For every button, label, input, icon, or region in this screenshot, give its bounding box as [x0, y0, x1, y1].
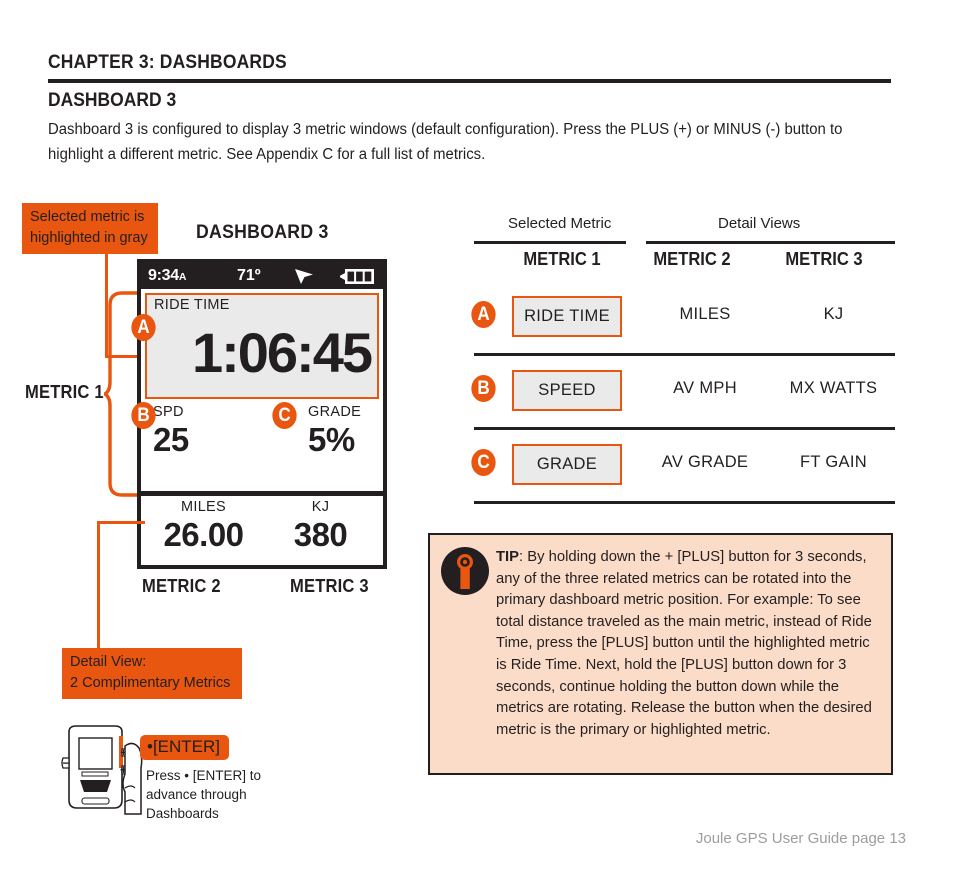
group-rule-detail [646, 241, 895, 244]
battery-full-icon [340, 269, 376, 289]
row-divider [474, 501, 895, 504]
device-detail-row: MILES 26.00 KJ 380 [145, 499, 379, 561]
tip-body: : By holding down the + [PLUS] button fo… [496, 549, 872, 738]
detail-view-kj: KJ [823, 305, 844, 323]
table-row: B SPEED AV MPH MX WATTS [470, 357, 895, 431]
table-row: A RIDE TIME MILES KJ [470, 283, 895, 357]
kj-value: 380 [293, 516, 348, 553]
page-root: CHAPTER 3: DASHBOARDS DASHBOARD 3 Dashbo… [0, 0, 954, 873]
callout-selected-metric: Selected metric is highlighted in gray [22, 203, 158, 254]
table-group-headers: Selected Metric Detail Views [470, 215, 895, 249]
callout-detail-line2: 2 Complimentary Metrics [70, 675, 231, 691]
detail-view-miles: MILES [679, 305, 731, 323]
tip-label: TIP [496, 549, 520, 565]
metric1-value: 1:06:45 [191, 321, 373, 384]
device-status-bar: 9:34A 71º [141, 263, 383, 289]
svg-text:−: − [63, 756, 70, 770]
kj-label: KJ [311, 499, 330, 515]
detail-view-mx-watts: MX WATTS [789, 379, 878, 397]
group-header-selected-metric: Selected Metric [508, 215, 612, 232]
badge-a: A [131, 314, 156, 341]
device-metric1-window[interactable]: RIDE TIME 1:06:45 [145, 293, 379, 399]
table-row: C GRADE AV GRADE FT GAIN [470, 431, 895, 505]
group-rule-selected [474, 241, 626, 244]
row-divider [474, 427, 895, 430]
metric1-annotation: METRIC 1 [25, 382, 104, 402]
device-secondary-row: SPD 25 GRADE 5% [145, 404, 379, 484]
miles-label: MILES [180, 499, 226, 515]
page-footer: Joule GPS User Guide page 13 [695, 830, 906, 847]
row-badge-c: C [471, 449, 496, 476]
device-screen: 9:34A 71º RIDE TIME 1:06:45 SPD 25 GRADE… [137, 259, 387, 569]
tip-box: TIP: By holding down the + [PLUS] button… [428, 533, 893, 775]
selected-metric-speed[interactable]: SPEED [512, 370, 622, 411]
detail-view-av-mph: AV MPH [673, 379, 737, 397]
group-header-detail-views: Detail Views [718, 215, 801, 232]
column-header-metric1: METRIC 1 [523, 249, 601, 269]
intro-paragraph: Dashboard 3 is configured to display 3 m… [48, 121, 843, 163]
tip-text: TIP: By holding down the + [PLUS] button… [496, 547, 881, 741]
metric3-annotation: METRIC 3 [290, 576, 369, 596]
status-time: 9:34A [148, 267, 187, 284]
leader-line-detail-vertical [97, 521, 100, 650]
selected-metric-ride-time[interactable]: RIDE TIME [512, 296, 622, 337]
device-metric-miles[interactable]: MILES 26.00 [145, 499, 262, 561]
info-icon [441, 547, 489, 595]
badge-b: B [131, 402, 156, 429]
column-header-metric3: METRIC 3 [785, 249, 863, 269]
metric1-label: RIDE TIME [154, 297, 230, 313]
row-divider [474, 353, 895, 356]
table-column-headers: METRIC 1 METRIC 2 METRIC 3 [470, 249, 895, 283]
spd-label: SPD [153, 404, 184, 420]
grade-label: GRADE [308, 404, 362, 420]
leader-line-detail-horizontal [97, 521, 145, 524]
detail-view-av-grade: AV GRADE [661, 453, 749, 471]
selected-metric-grade[interactable]: GRADE [512, 444, 622, 485]
device-section-divider [141, 491, 383, 496]
detail-view-ft-gain: FT GAIN [800, 453, 867, 471]
header-divider [48, 79, 891, 83]
device-title: DASHBOARD 3 [196, 222, 329, 243]
section-title: DASHBOARD 3 [48, 90, 177, 111]
enter-button-pill[interactable]: •[ENTER] [140, 735, 230, 760]
chapter-title: CHAPTER 3: DASHBOARDS [48, 52, 287, 73]
callout-detail-view: Detail View: 2 Complimentary Metrics [62, 648, 242, 699]
row-badge-b: B [471, 375, 496, 402]
column-header-metric2: METRIC 2 [653, 249, 731, 269]
grade-value: 5% [308, 421, 355, 458]
miles-value: 26.00 [163, 516, 244, 553]
spd-value: 25 [153, 421, 189, 458]
device-metric-kj[interactable]: KJ 380 [262, 499, 379, 561]
metrics-table: Selected Metric Detail Views METRIC 1 ME… [470, 215, 895, 505]
device-metric-spd[interactable]: SPD 25 [145, 404, 262, 484]
metric2-annotation: METRIC 2 [142, 576, 221, 596]
navigation-arrow-icon [293, 267, 315, 290]
row-badge-a: A [471, 301, 496, 328]
callout-detail-line1: Detail View: [70, 654, 147, 670]
enter-caption: Press • [ENTER] to advance through Dashb… [146, 768, 262, 821]
badge-c: C [272, 402, 297, 429]
status-temperature: 71º [237, 267, 261, 284]
